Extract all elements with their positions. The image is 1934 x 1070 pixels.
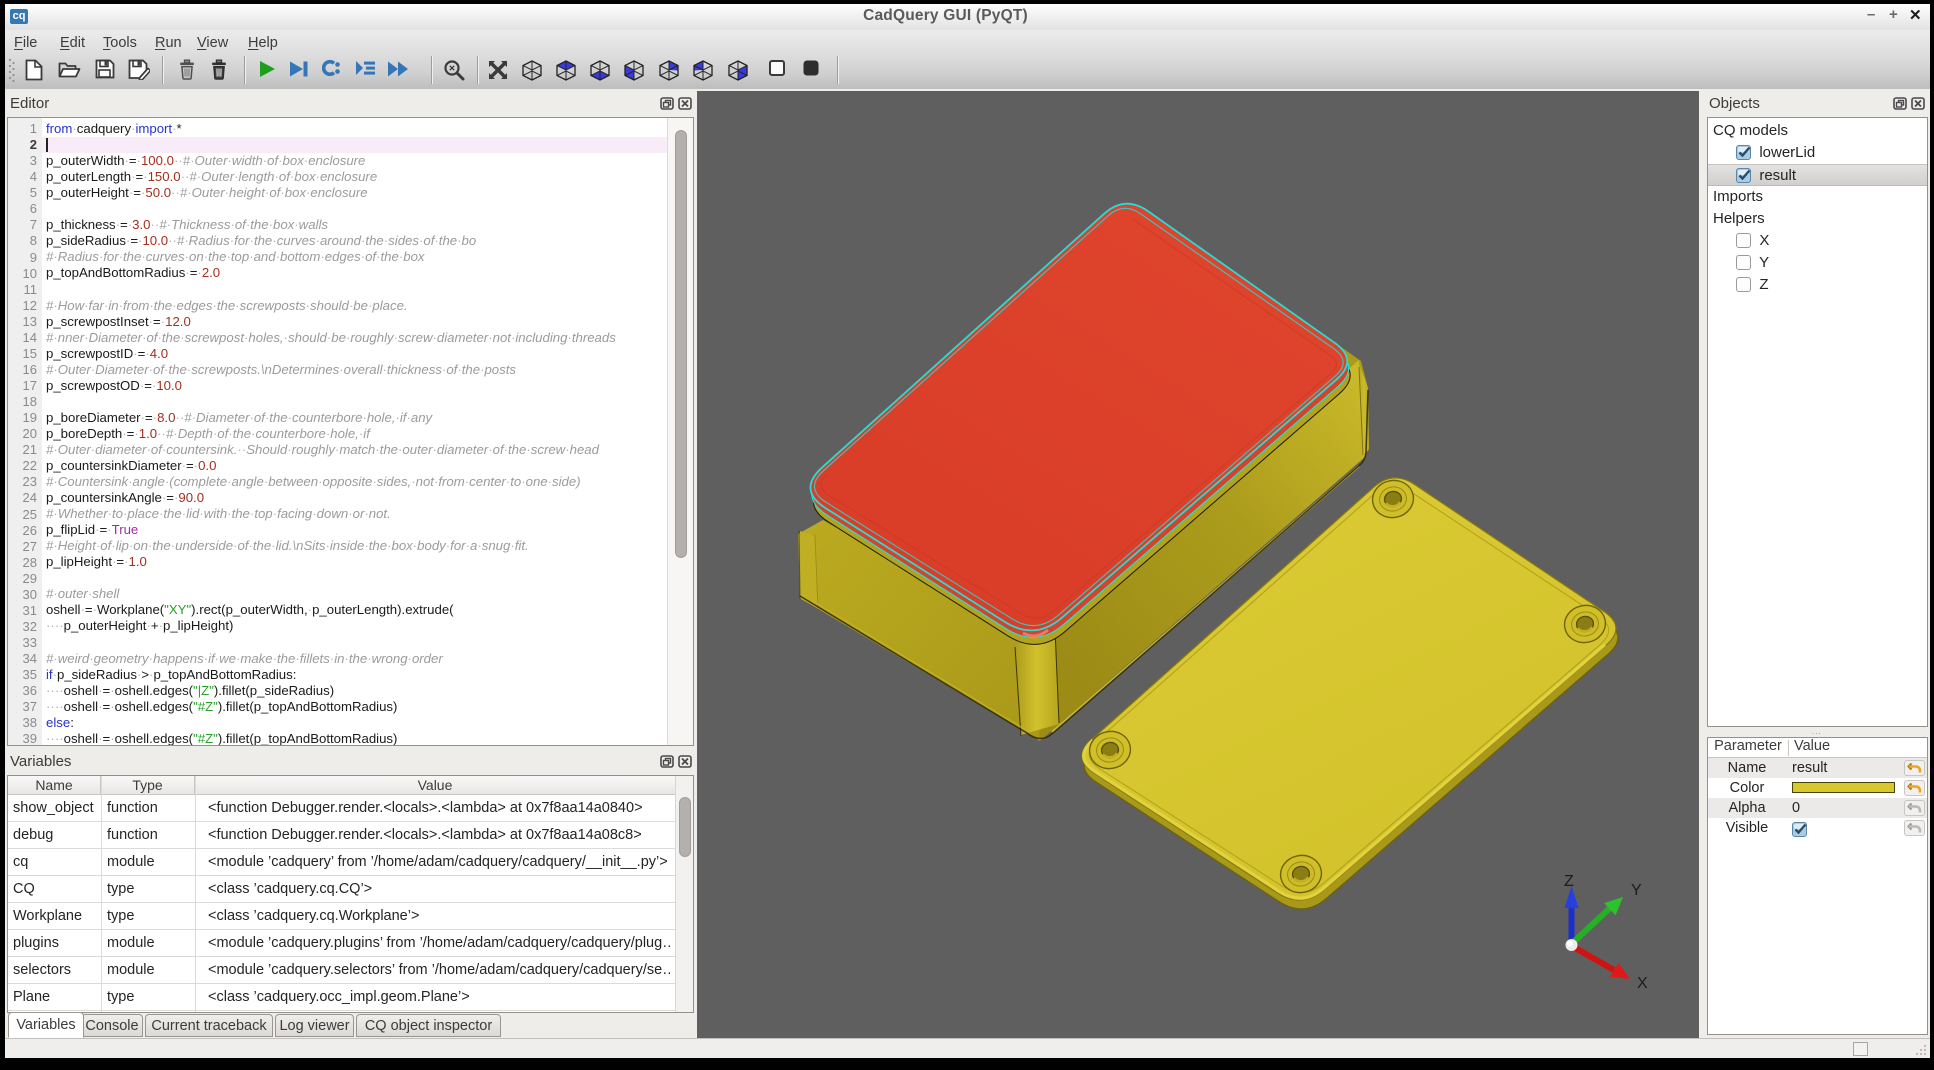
svg-text:Y: Y bbox=[1631, 882, 1642, 899]
svg-text:Z: Z bbox=[1564, 873, 1574, 890]
svg-text:X: X bbox=[1637, 975, 1648, 992]
